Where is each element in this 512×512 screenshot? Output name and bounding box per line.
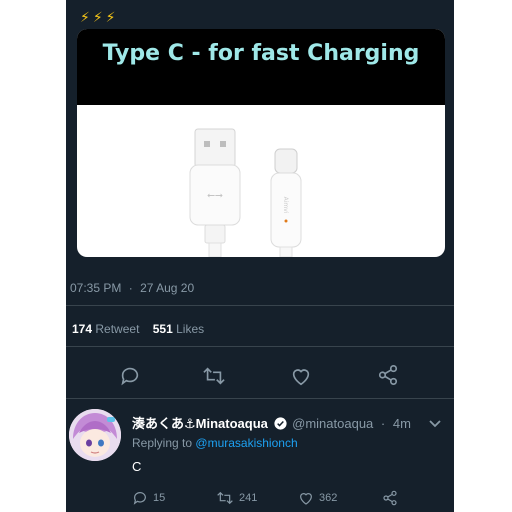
share-icon <box>383 490 397 506</box>
retweet-label: Retweet <box>95 322 140 336</box>
likes-count: 551 <box>152 322 173 336</box>
reply-text: C <box>132 459 142 474</box>
emoji-row: ⚡⚡⚡ <box>80 9 119 25</box>
share-icon <box>378 365 398 385</box>
reply-like-count: 362 <box>319 492 338 504</box>
tweet-date: 27 Aug 20 <box>140 281 195 295</box>
share-button[interactable] <box>377 364 399 391</box>
reply-like-button[interactable]: 362 <box>298 490 337 506</box>
like-icon <box>300 493 312 505</box>
tweet-image[interactable]: Type C - for fast Charging ⭠⭢ Aimvi <box>77 29 445 257</box>
chevron-down-icon <box>429 420 441 428</box>
avatar-image <box>69 409 121 461</box>
likes-label: Likes <box>176 322 205 336</box>
usb-c-connector: Aimvi <box>270 148 302 257</box>
divider <box>66 346 454 347</box>
replying-handle-link[interactable]: @murasakishionch <box>195 436 297 450</box>
verified-icon <box>273 417 287 430</box>
reply-time: 4m <box>392 416 411 431</box>
meta-separator: · <box>128 281 133 295</box>
svg-text:Aimvi: Aimvi <box>282 197 289 214</box>
image-title-bar: Type C - for fast Charging <box>77 29 445 105</box>
reply-icon <box>133 492 146 505</box>
replying-to: Replying to @murasakishionch <box>132 436 298 450</box>
tweet-screen: ⚡⚡⚡ Type C - for fast Charging ⭠⭢ Aimvi <box>66 0 454 512</box>
user-handle[interactable]: @minatoaqua <box>292 416 373 431</box>
like-icon <box>292 369 310 386</box>
divider <box>66 305 454 306</box>
reply-icon <box>121 367 139 386</box>
reply-button[interactable] <box>119 365 141 392</box>
reply-header: 湊あくあ⚓Minatoaqua @minatoaqua · 4m <box>132 413 411 432</box>
like-button[interactable] <box>290 365 312 392</box>
likes-stat[interactable]: 551 Likes <box>153 322 204 336</box>
usb-a-connector: ⭠⭢ <box>189 128 241 257</box>
divider <box>66 398 454 399</box>
retweet-count: 174 <box>72 322 93 336</box>
more-options-button[interactable] <box>428 416 442 434</box>
tweet-timestamp: 07:35 PM · 27 Aug 20 <box>70 281 194 295</box>
tweet-time: 07:35 PM <box>70 281 122 295</box>
image-title: Type C - for fast Charging <box>102 41 420 66</box>
reply-reply-button[interactable]: 15 <box>132 490 165 506</box>
tweet-stats: 174 Retweet 551 Likes <box>72 322 204 336</box>
header-separator: · <box>380 416 386 431</box>
cable-illustration: ⭠⭢ Aimvi <box>189 128 302 257</box>
reply-retweet-count: 241 <box>239 492 258 504</box>
retweet-button[interactable] <box>202 365 226 392</box>
reply-share-button[interactable] <box>382 490 398 506</box>
retweet-icon <box>203 367 225 385</box>
retweet-icon <box>217 491 233 505</box>
reply-count: 15 <box>153 492 166 504</box>
avatar[interactable] <box>69 409 121 461</box>
reply-retweet-button[interactable]: 241 <box>216 490 257 506</box>
retweets-stat[interactable]: 174 Retweet <box>72 322 143 336</box>
svg-text:⭠⭢: ⭠⭢ <box>207 190 223 201</box>
replying-prefix: Replying to <box>132 436 193 450</box>
display-name[interactable]: 湊あくあ⚓Minatoaqua <box>132 416 268 431</box>
